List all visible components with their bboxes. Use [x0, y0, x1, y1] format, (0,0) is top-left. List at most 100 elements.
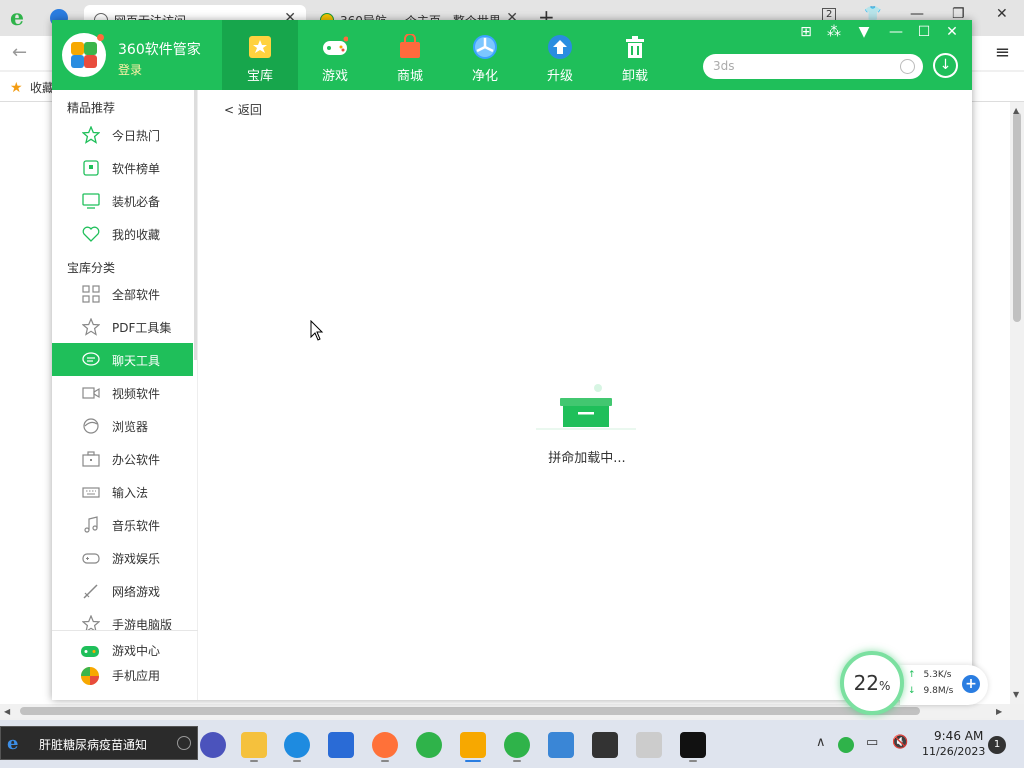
- app-header: 360软件管家 登录 宝库 游戏 商城 净化 升级 卸载 ⊞ ⁂ ▼ — ☐ ✕…: [52, 20, 972, 90]
- sidebar: 精品推荐 今日热门 软件榜单 装机必备 我的收藏 宝库分类 全部软件 PDF工具…: [52, 90, 198, 700]
- scroll-right-icon[interactable]: ▶: [996, 707, 1002, 716]
- sidebar-item-label: 办公软件: [112, 453, 161, 467]
- search-icon[interactable]: [177, 736, 191, 750]
- 360-browser-icon[interactable]: [504, 732, 530, 758]
- browser-menu-icon[interactable]: ≡: [995, 42, 1010, 63]
- notification-badge[interactable]: 1: [988, 736, 1006, 754]
- sidebar-item-essentials[interactable]: 装机必备: [52, 184, 193, 217]
- app-title: 360软件管家: [118, 42, 201, 58]
- zoom-app-icon[interactable]: [200, 732, 226, 758]
- clock-date[interactable]: 11/26/2023: [922, 745, 985, 758]
- nav-games[interactable]: 游戏: [297, 20, 373, 90]
- sidebar-item-input-method[interactable]: 输入法: [52, 475, 193, 508]
- sidebar-item-mobile-apps[interactable]: 手机应用: [52, 663, 193, 688]
- maximize-icon[interactable]: ☐: [914, 24, 934, 40]
- sidebar-item-label: 网络游戏: [112, 585, 161, 599]
- app-window: 360软件管家 登录 宝库 游戏 商城 净化 升级 卸载 ⊞ ⁂ ▼ — ☐ ✕…: [52, 20, 972, 700]
- tray-overflow-icon[interactable]: ∧: [816, 735, 826, 750]
- edge-icon[interactable]: [284, 732, 310, 758]
- tray-network-icon[interactable]: ▭: [866, 735, 878, 750]
- sidebar-item-label: 今日热门: [112, 129, 161, 143]
- sidebar-item-game-center[interactable]: 游戏中心: [52, 638, 193, 663]
- 360-software-manager-icon[interactable]: [460, 732, 486, 758]
- upgrade-arrow-icon: [548, 35, 572, 59]
- terminal-icon[interactable]: [680, 732, 706, 758]
- tray-volume-muted-icon[interactable]: 🔇: [892, 735, 908, 750]
- login-link[interactable]: 登录: [118, 61, 142, 78]
- star-outline-icon: [82, 126, 100, 144]
- sidebar-item-label: 浏览器: [112, 420, 149, 434]
- menu-dropdown-icon[interactable]: ▼: [854, 24, 874, 40]
- shopping-bag-icon: [400, 34, 420, 58]
- sidebar-item-browser[interactable]: 浏览器: [52, 409, 193, 442]
- gamepad-icon: [323, 36, 348, 55]
- news-e-icon: e: [7, 733, 19, 754]
- sidebar-item-music[interactable]: 音乐软件: [52, 508, 193, 541]
- sidebar-item-favorites[interactable]: 我的收藏: [52, 217, 193, 250]
- taskbar-search[interactable]: e 肝脏糖尿病疫苗通知: [0, 726, 198, 760]
- close-window-icon[interactable]: ✕: [996, 6, 1008, 22]
- scroll-left-icon[interactable]: ◀: [4, 707, 10, 716]
- store-icon[interactable]: [328, 732, 354, 758]
- sidebar-item-mobile-games-pc[interactable]: 手游电脑版: [52, 607, 193, 630]
- browser-back-icon[interactable]: ←: [12, 42, 27, 63]
- download-manager-button[interactable]: ↓: [933, 53, 958, 78]
- stock-app-icon[interactable]: [592, 732, 618, 758]
- nav-uninstall[interactable]: 卸载: [597, 20, 673, 90]
- favorites-star-icon[interactable]: ★: [10, 80, 23, 96]
- firefox-icon[interactable]: [372, 732, 398, 758]
- memory-percent: 22: [853, 671, 880, 695]
- tray-360-icon[interactable]: [838, 737, 854, 753]
- search-input[interactable]: 3ds: [703, 54, 923, 79]
- sidebar-item-label: 游戏中心: [112, 644, 161, 658]
- network-speed-panel[interactable]: ↑ 5.3K/s ↓ 9.8M/s +: [900, 665, 988, 705]
- 360-security-icon[interactable]: [416, 732, 442, 758]
- browser-logo-icon[interactable]: e: [10, 6, 34, 30]
- sidebar-scrollbar[interactable]: [194, 90, 197, 360]
- search-value: 3ds: [713, 59, 735, 73]
- sidebar-section-categories: 宝库分类: [67, 261, 116, 275]
- mouse-cursor-icon: [310, 320, 324, 341]
- file-explorer-icon[interactable]: [241, 732, 267, 758]
- archive-icon[interactable]: [548, 732, 574, 758]
- star-small-icon: [82, 615, 100, 630]
- close-icon[interactable]: ✕: [942, 24, 962, 40]
- sidebar-item-office[interactable]: 办公软件: [52, 442, 193, 475]
- nav-treasure[interactable]: 宝库: [222, 20, 298, 90]
- grid-icon: [82, 285, 100, 303]
- skin-icon[interactable]: ⊞: [796, 24, 816, 40]
- sidebar-item-video[interactable]: 视频软件: [52, 376, 193, 409]
- scroll-thumb[interactable]: [1013, 112, 1021, 322]
- sidebar-item-all[interactable]: 全部软件: [52, 277, 193, 310]
- app-logo-icon[interactable]: [62, 33, 106, 77]
- memory-usage-ball[interactable]: 22%: [840, 651, 904, 715]
- scroll-up-icon[interactable]: ▲: [1013, 106, 1019, 115]
- nav-label: 净化: [471, 69, 498, 84]
- game-center-icon: [81, 646, 99, 657]
- minimize-icon[interactable]: —: [886, 24, 906, 40]
- back-link[interactable]: < 返回: [224, 101, 262, 118]
- accelerate-plus-icon[interactable]: +: [962, 675, 980, 693]
- favorites-label[interactable]: 收藏: [30, 79, 54, 96]
- clock-time[interactable]: 9:46 AM: [934, 729, 983, 743]
- sidebar-divider: [52, 630, 198, 631]
- sidebar-item-chat[interactable]: 聊天工具: [52, 343, 193, 376]
- nav-label: 游戏: [321, 69, 348, 84]
- virtual-machine-icon[interactable]: [636, 732, 662, 758]
- sidebar-item-label: 游戏娱乐: [112, 552, 161, 566]
- sidebar-item-label: 我的收藏: [112, 228, 161, 242]
- sidebar-item-ranking[interactable]: 软件榜单: [52, 151, 193, 184]
- search-icon[interactable]: [900, 59, 915, 74]
- apps-grid-icon[interactable]: ⁂: [824, 24, 844, 40]
- loading-box-icon: [536, 384, 636, 430]
- scroll-thumb[interactable]: [20, 707, 920, 715]
- nav-clean[interactable]: 净化: [447, 20, 523, 90]
- nav-shop[interactable]: 商城: [372, 20, 448, 90]
- nav-upgrade[interactable]: 升级: [522, 20, 598, 90]
- page-vertical-scrollbar[interactable]: [1010, 102, 1024, 704]
- sidebar-item-pdf[interactable]: PDF工具集: [52, 310, 193, 343]
- scroll-down-icon[interactable]: ▼: [1013, 690, 1019, 699]
- sidebar-item-online-games[interactable]: 网络游戏: [52, 574, 193, 607]
- sidebar-item-game-entertainment[interactable]: 游戏娱乐: [52, 541, 193, 574]
- sidebar-item-hot-today[interactable]: 今日热门: [52, 118, 193, 151]
